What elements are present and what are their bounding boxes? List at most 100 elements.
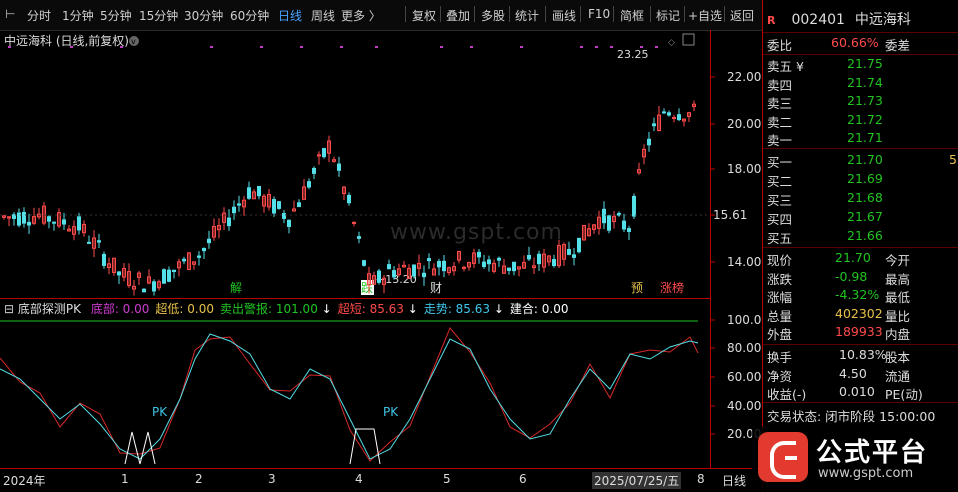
legend-arrow-icon: ↓ <box>317 302 332 316</box>
quote-value: -0.98 <box>835 268 868 284</box>
indicator-legend-item: 建合: 0.00 <box>509 302 569 316</box>
candle-body <box>77 216 81 231</box>
signal-marker <box>260 46 263 48</box>
chart-title: 中远海科 (日线,前复权) <box>4 33 129 48</box>
signal-marker <box>8 46 11 48</box>
candle-body <box>477 251 481 258</box>
ask-level-label: 卖一 <box>767 133 793 148</box>
candle-body <box>647 138 651 146</box>
tab-30min[interactable]: 30分钟 <box>184 7 223 24</box>
tab-more[interactable]: 更多 〉 <box>341 7 381 24</box>
tab-15min[interactable]: 15分钟 <box>139 7 178 24</box>
candle-body <box>47 216 51 222</box>
quote-label-2: 最高 <box>885 271 911 287</box>
stats-button[interactable]: 统计 <box>515 7 539 24</box>
candle-body <box>27 221 31 226</box>
event-label-cai[interactable]: 财 <box>430 281 442 295</box>
candle-body <box>497 257 501 261</box>
tab-fenshi[interactable]: 分时 <box>27 7 51 24</box>
indicator-panel[interactable]: ⊟ 底部探测PK 底部: 0.00 超低: 0.00 卖出警报: 101.00 ↓ 超… <box>0 298 710 469</box>
candle-body <box>142 288 146 293</box>
return-button[interactable]: 返回 <box>730 7 754 24</box>
y-tick-label: 14.00 <box>727 255 761 269</box>
candle-body <box>652 123 656 127</box>
simple-frame-button[interactable]: 简框 <box>620 7 644 24</box>
y-tick-label: 80.00 <box>727 341 761 355</box>
signal-marker <box>595 46 598 48</box>
fuquan-button[interactable]: 复权 <box>412 7 436 24</box>
divider <box>474 6 475 22</box>
candlestick-chart[interactable]: 中远海科 (日线,前复权) v ◇ 解 跌 财 预 涨榜 23.25 ←13.2… <box>0 30 710 298</box>
quote-label-2: 流通 <box>885 368 911 384</box>
short-term-line <box>0 327 699 462</box>
candle-body <box>237 203 241 206</box>
bid-level-label: 买五 <box>767 231 793 246</box>
back-arrow-icon[interactable]: ⊢ <box>5 7 15 21</box>
indicator-name[interactable]: 底部探测PK <box>18 302 81 316</box>
ask-level-label: 卖四 <box>767 77 793 93</box>
chart-lock-icon[interactable]: ◇ <box>668 38 675 48</box>
quote-label-2: PE(动) <box>885 387 923 402</box>
add-watchlist-button[interactable]: +自选 <box>688 7 722 24</box>
period-label[interactable]: 日线 <box>722 472 746 489</box>
quote-label-2: 量比 <box>885 308 911 324</box>
mark-button[interactable]: 标记 <box>656 7 680 24</box>
legend-arrow-icon: ↓ <box>490 302 504 316</box>
candle-body <box>52 221 56 224</box>
tab-5min[interactable]: 5分钟 <box>100 7 132 24</box>
divider <box>405 6 406 22</box>
candle-body <box>22 211 26 224</box>
candle-body <box>297 202 301 208</box>
indicator-legend-item: 卖出警报: 101.00 <box>219 302 318 316</box>
candle-body <box>362 260 366 266</box>
candle-body <box>272 199 276 214</box>
candle-body <box>482 261 486 268</box>
draw-line-button[interactable]: 画线 <box>552 7 576 24</box>
divider <box>509 6 510 22</box>
candle-body <box>622 220 626 230</box>
quote-label-2: 股本 <box>885 350 911 365</box>
y-tick-label: 22.00 <box>727 70 761 84</box>
indicator-legend-item: 底部: 0.00 <box>90 302 150 316</box>
period-toolbar: ⊢ 分时 1分钟 5分钟 15分钟 30分钟 60分钟 日线 周线 更多 〉 复… <box>0 0 762 31</box>
divider <box>650 6 651 22</box>
axis-label: 2 <box>195 472 203 486</box>
axis-label: 8 <box>697 472 705 486</box>
quote-label-2: 内盘 <box>885 327 911 342</box>
y-tick-label: 100.0 <box>727 313 761 327</box>
signal-marker <box>70 46 73 48</box>
signal-marker <box>655 46 658 48</box>
event-label-zhangbang[interactable]: 涨榜 <box>660 280 684 295</box>
candle-body <box>277 201 281 209</box>
watermark-text: www.gspt.com <box>390 220 563 245</box>
tab-60min[interactable]: 60分钟 <box>230 7 269 24</box>
signal-marker <box>300 46 303 48</box>
f10-button[interactable]: F10 <box>588 7 610 21</box>
divider <box>763 32 958 33</box>
event-label-yu[interactable]: 预 <box>631 281 643 295</box>
quote-label: 涨幅 <box>767 290 793 305</box>
overlay-button[interactable]: 叠加 <box>446 7 470 24</box>
cursor-date-label: 2025/07/25/五 <box>592 472 682 489</box>
multi-stock-button[interactable]: 多股 <box>481 7 505 24</box>
ask-level-label: 卖二 <box>767 114 793 130</box>
divider <box>580 6 581 22</box>
candle-body <box>197 255 201 258</box>
candle-body <box>322 148 326 158</box>
tab-daily[interactable]: 日线 <box>278 7 302 24</box>
signal-marker <box>640 46 643 48</box>
brand-logo-icon <box>758 432 808 482</box>
candle-body <box>97 240 101 243</box>
chart-expand-icon[interactable] <box>682 33 695 46</box>
candle-body <box>672 117 676 120</box>
axis-label: 5 <box>443 472 451 486</box>
market-badge: R <box>767 14 776 27</box>
chart-settings-chevron-icon: v <box>131 37 136 46</box>
tab-weekly[interactable]: 周线 <box>311 7 335 24</box>
candle-body <box>207 238 211 244</box>
indicator-toggle-icon[interactable]: ⊟ <box>4 302 14 316</box>
event-label-jie[interactable]: 解 <box>230 281 242 295</box>
tab-1min[interactable]: 1分钟 <box>62 7 94 24</box>
bid-level-label: 买一 <box>767 155 793 170</box>
bid-level-label: 买四 <box>767 212 793 227</box>
